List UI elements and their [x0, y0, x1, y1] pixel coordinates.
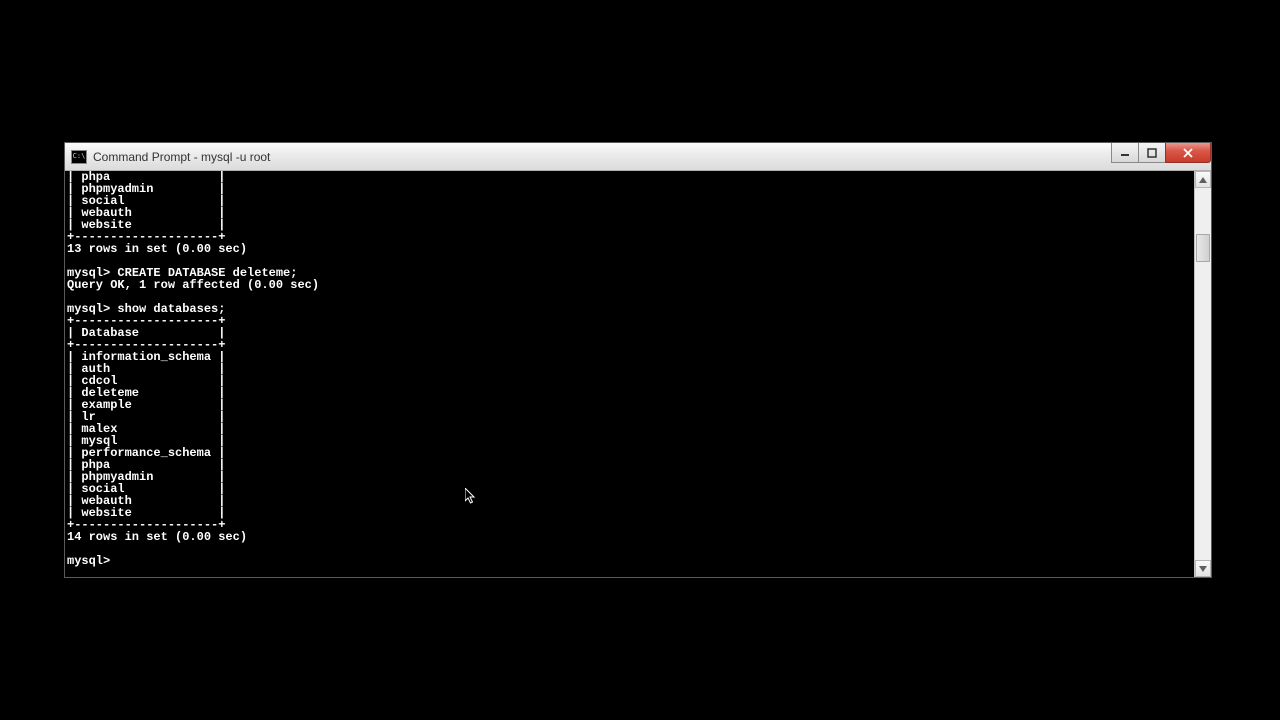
terminal-output[interactable]: | phpa | | phpmyadmin | | social | | web…: [65, 171, 1194, 577]
command-prompt-window: C:\ Command Prompt - mysql -u root | php…: [64, 142, 1212, 578]
scroll-thumb[interactable]: [1196, 234, 1210, 262]
output-line: 14 rows in set (0.00 sec): [67, 530, 247, 544]
scroll-track[interactable]: [1195, 188, 1211, 560]
window-title: Command Prompt - mysql -u root: [93, 150, 270, 164]
scroll-down-button[interactable]: [1195, 560, 1211, 577]
output-line: 13 rows in set (0.00 sec): [67, 242, 247, 256]
minimize-button[interactable]: [1111, 143, 1139, 163]
scroll-up-button[interactable]: [1195, 171, 1211, 188]
titlebar[interactable]: C:\ Command Prompt - mysql -u root: [65, 143, 1211, 171]
window-controls: [1112, 143, 1211, 163]
cmd-icon: C:\: [71, 150, 87, 164]
output-line: Query OK, 1 row affected (0.00 sec): [67, 278, 319, 292]
close-button[interactable]: [1165, 143, 1211, 163]
prompt: mysql>: [67, 554, 117, 568]
terminal-area: | phpa | | phpmyadmin | | social | | web…: [65, 171, 1211, 577]
vertical-scrollbar[interactable]: [1194, 171, 1211, 577]
maximize-button[interactable]: [1138, 143, 1166, 163]
